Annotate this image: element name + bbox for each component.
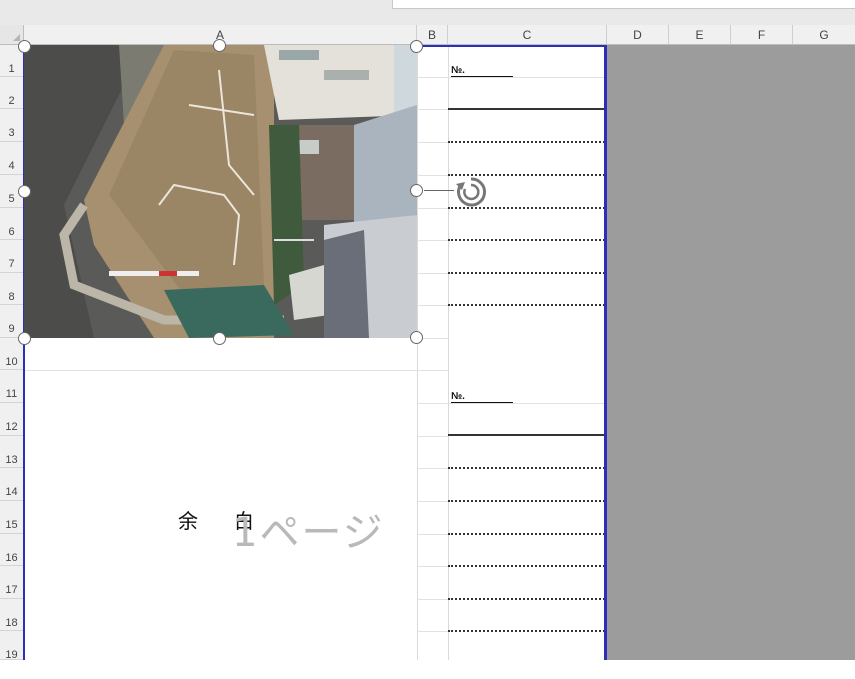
- inserted-photo[interactable]: [24, 45, 417, 338]
- underline-dotted: [448, 272, 605, 274]
- number-label[interactable]: №.: [451, 392, 513, 403]
- grid-line: [417, 566, 448, 567]
- photo-image: [24, 45, 417, 338]
- row-header[interactable]: 16: [0, 534, 24, 566]
- row-header[interactable]: 18: [0, 599, 24, 631]
- page-break-line: [604, 45, 607, 660]
- column-header-g[interactable]: G: [793, 25, 855, 45]
- resize-handle-bottom[interactable]: [213, 332, 226, 345]
- resize-handle-top-left[interactable]: [18, 40, 31, 53]
- column-header-f[interactable]: F: [731, 25, 793, 45]
- rotation-handle-stem: [424, 190, 454, 191]
- grid-line: [417, 436, 448, 437]
- resize-handle-bottom-left[interactable]: [18, 332, 31, 345]
- column-header-d[interactable]: D: [607, 25, 669, 45]
- row-header[interactable]: 2: [0, 77, 24, 109]
- resize-handle-left[interactable]: [18, 185, 31, 198]
- grid-line: [417, 370, 448, 371]
- underline-dotted: [448, 467, 605, 469]
- row-header[interactable]: 3: [0, 109, 24, 142]
- row-header[interactable]: 17: [0, 566, 24, 599]
- underline-dotted: [448, 565, 605, 567]
- row-header[interactable]: 19: [0, 631, 24, 661]
- grid-line: [417, 631, 448, 632]
- row-header[interactable]: 4: [0, 142, 24, 175]
- grid-line: [24, 370, 417, 371]
- underline-dotted: [448, 630, 605, 632]
- row-header[interactable]: 6: [0, 208, 24, 240]
- grid-line: [448, 77, 605, 78]
- underline-dotted: [448, 598, 605, 600]
- rotate-icon[interactable]: [454, 175, 488, 209]
- number-label[interactable]: №.: [451, 66, 513, 77]
- row-header[interactable]: 13: [0, 436, 24, 468]
- grid-line: [417, 599, 448, 600]
- grid-line: [448, 45, 449, 660]
- resize-handle-top[interactable]: [213, 39, 226, 52]
- grid-line: [417, 77, 448, 78]
- column-header-e[interactable]: E: [669, 25, 731, 45]
- grid-line: [417, 208, 448, 209]
- grid-line: [417, 45, 418, 660]
- column-header-c[interactable]: C: [448, 25, 607, 45]
- grid-line: [417, 273, 448, 274]
- row-header[interactable]: 12: [0, 403, 24, 436]
- formula-input[interactable]: [392, 0, 855, 9]
- page-number-watermark: 1ページ: [232, 510, 385, 556]
- grid-line: [417, 240, 448, 241]
- row-header[interactable]: 11: [0, 370, 24, 403]
- grid-line: [417, 142, 448, 143]
- underline-dotted: [448, 304, 605, 306]
- resize-handle-top-right[interactable]: [410, 40, 423, 53]
- grid-line: [417, 109, 448, 110]
- resize-handle-bottom-right[interactable]: [410, 331, 423, 344]
- grid-line: [417, 175, 448, 176]
- outside-print-area: [607, 45, 855, 660]
- row-header[interactable]: 8: [0, 273, 24, 305]
- formula-bar-area: [0, 0, 855, 25]
- underline-dotted: [448, 239, 605, 241]
- underline-solid: [448, 434, 605, 436]
- grid-line: [417, 305, 448, 306]
- underline-dotted: [448, 500, 605, 502]
- row-header[interactable]: 14: [0, 468, 24, 501]
- resize-handle-right[interactable]: [410, 184, 423, 197]
- row-header[interactable]: 15: [0, 501, 24, 534]
- grid-line: [448, 403, 605, 404]
- grid-line: [417, 403, 448, 404]
- grid-line: [417, 468, 448, 469]
- underline-solid: [448, 108, 605, 110]
- grid-line: [417, 501, 448, 502]
- grid-line: [417, 534, 448, 535]
- row-header[interactable]: 7: [0, 240, 24, 273]
- underline-dotted: [448, 533, 605, 535]
- underline-dotted: [448, 141, 605, 143]
